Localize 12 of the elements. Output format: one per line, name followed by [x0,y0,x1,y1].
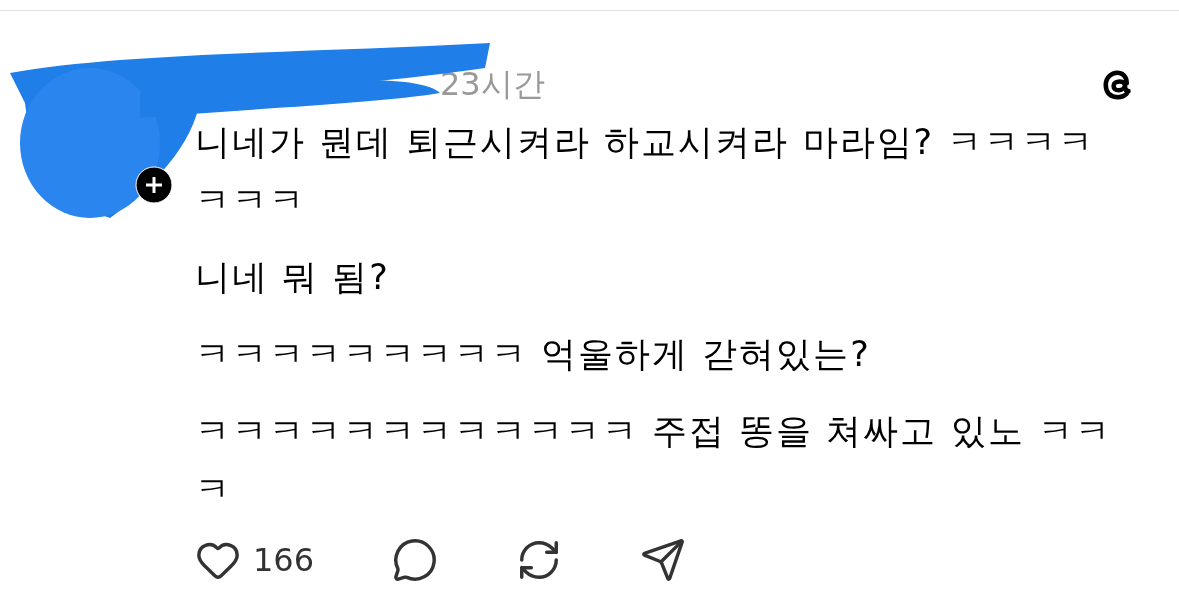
post-text: ㅋㅋㅋㅋㅋㅋㅋㅋㅋㅋㅋㅋ 주접 똥을 쳐싸고 있노 ㅋㅋㅋ [195,410,1113,511]
post-text: 니네 뭐 됨? [195,256,391,299]
send-icon [640,537,687,583]
post-text: ㅋㅋㅋㅋㅋㅋㅋㅋㅋ 억울하게 갇혀있는? [195,333,872,376]
follow-badge-icon[interactable] [135,166,173,204]
comment-button[interactable] [392,537,439,583]
like-count: 166 [253,541,315,579]
comment-icon [392,537,439,583]
like-button[interactable]: 166 [195,537,315,583]
post-time: 23시간 [440,64,545,105]
post-text: 니네가 뭔데 퇴근시켜라 하교시켜라 마라임? ㅋㅋㅋㅋㅋㅋㅋ [195,121,1097,222]
share-button[interactable] [640,537,687,583]
